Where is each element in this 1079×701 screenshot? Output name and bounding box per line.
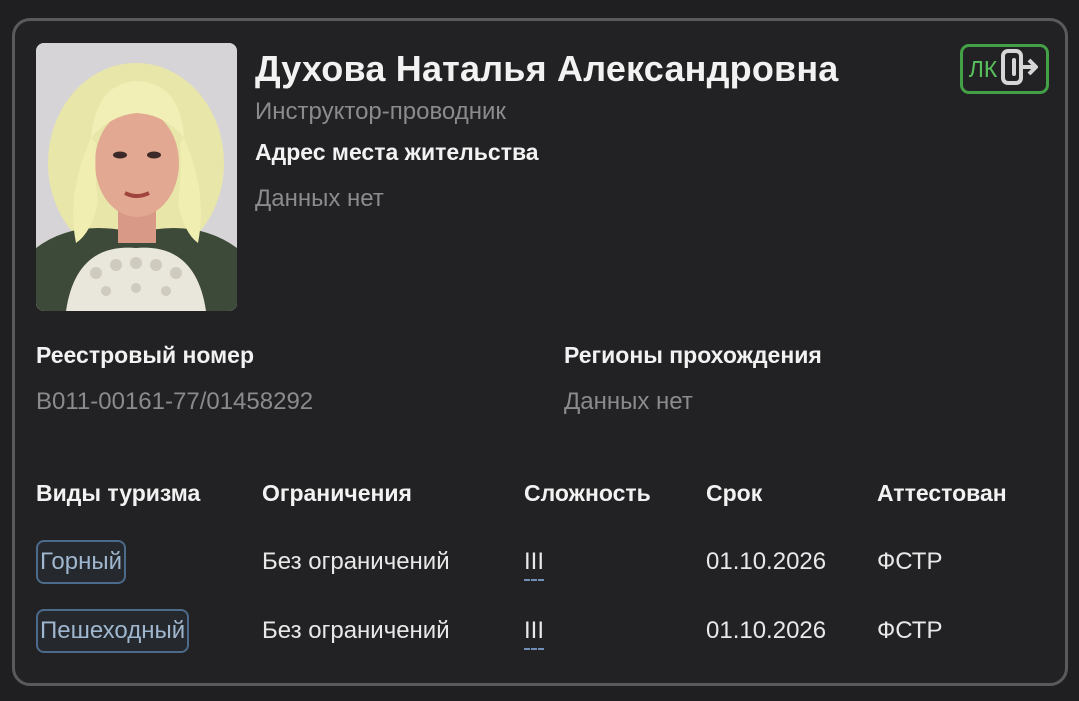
header-tourism-type: Виды туризма <box>36 480 201 506</box>
row-limits: Без ограничений <box>262 617 450 644</box>
person-role: Инструктор-проводник <box>255 98 506 125</box>
lk-button[interactable]: ЛК <box>960 44 1049 94</box>
logout-icon <box>1000 48 1040 91</box>
header-limits: Ограничения <box>262 480 412 506</box>
row-difficulty[interactable]: III <box>524 548 545 581</box>
row-term: 01.10.2026 <box>706 548 827 575</box>
regions-label: Регионы прохождения <box>564 342 822 368</box>
registry-label: Реестровый номер <box>36 342 255 368</box>
registry-number: В011-00161-77/01458292 <box>36 388 314 415</box>
header-certified: Аттестован <box>877 480 1007 506</box>
row-certified: ФСТР <box>877 548 943 575</box>
row-limits: Без ограничений <box>262 548 450 575</box>
row-term: 01.10.2026 <box>706 617 827 644</box>
row-difficulty[interactable]: III <box>524 617 545 650</box>
header-term: Срок <box>706 480 763 506</box>
lk-button-label: ЛК <box>968 55 998 82</box>
address-label: Адрес места жительства <box>255 139 539 165</box>
tourism-type-tag-mountain[interactable]: Горный <box>36 540 126 584</box>
address-value: Данных нет <box>255 185 384 212</box>
tourism-type-tag-hiking[interactable]: Пешеходный <box>36 609 190 653</box>
person-name: Духова Наталья Александровна <box>255 48 839 89</box>
profile-photo <box>36 43 237 311</box>
row-certified: ФСТР <box>877 617 943 644</box>
header-difficulty: Сложность <box>524 480 651 506</box>
regions-value: Данных нет <box>564 388 693 415</box>
